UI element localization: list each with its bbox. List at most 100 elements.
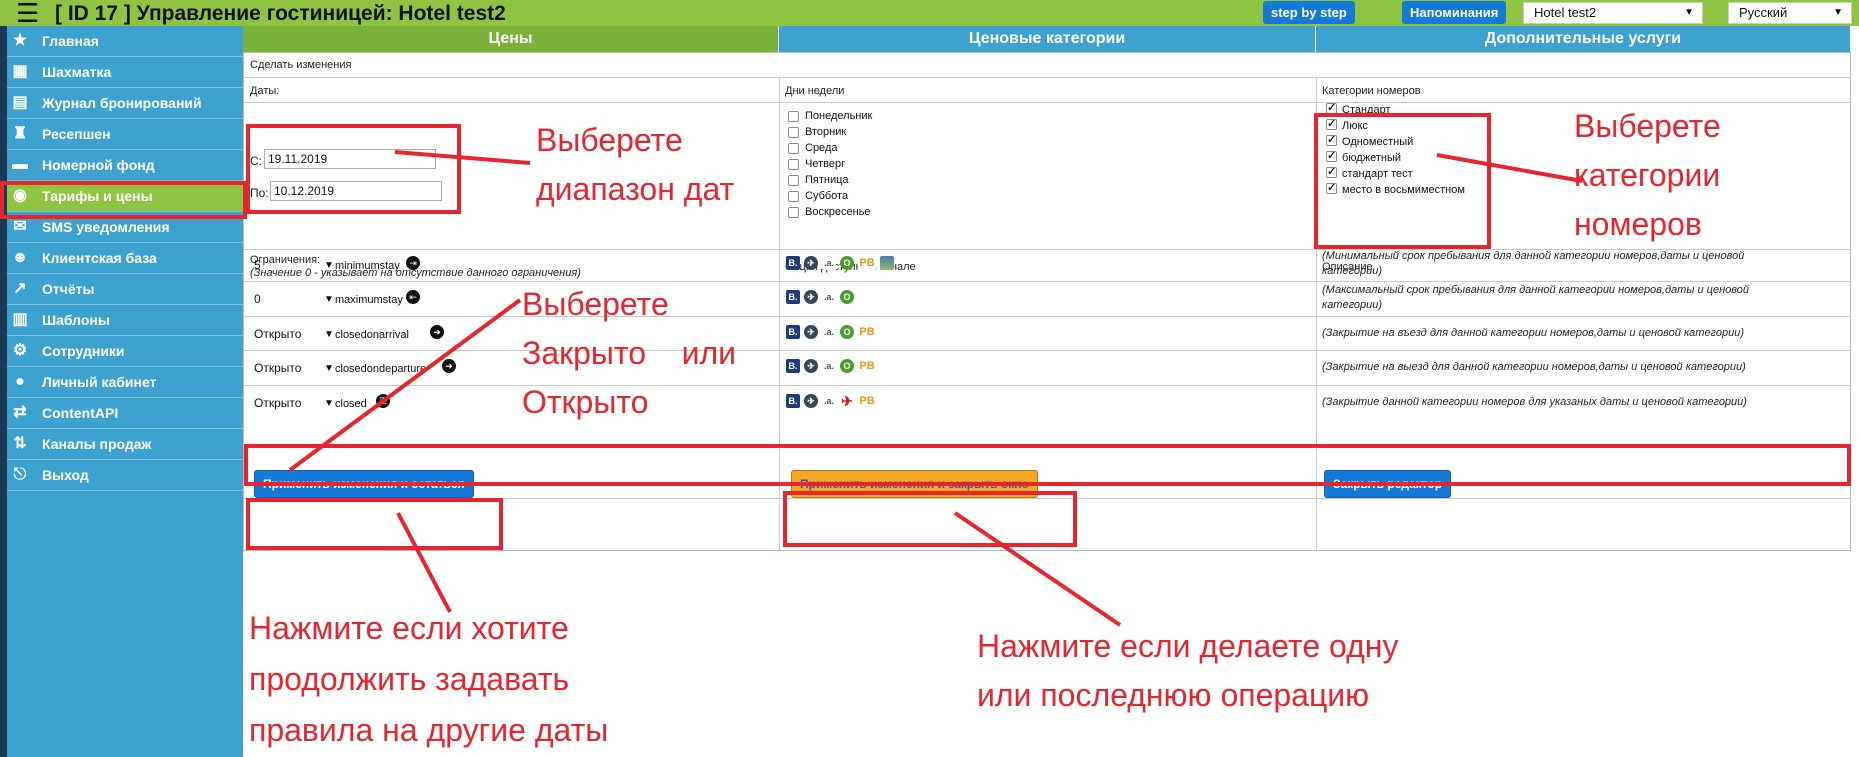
annotation-box-closed-row <box>244 444 1851 486</box>
gear-icon: ⚙ <box>12 342 28 359</box>
annotation-dates-line1: Выберете <box>536 122 683 158</box>
sidebar-item-1[interactable]: ▦ Шахматка <box>0 57 243 88</box>
step-by-step-button[interactable]: step by step <box>1263 1 1355 24</box>
airbnb-logo-icon: .a. <box>822 256 836 270</box>
restriction-value: Открыто <box>254 361 302 375</box>
annotation-stay-line2: продолжить задавать <box>249 661 570 697</box>
annotation-open-line1: Выберете <box>522 286 669 322</box>
chevron-down-icon: ▼ <box>324 294 334 305</box>
weekday-label: Среда <box>805 142 838 154</box>
sidebar-item-7[interactable]: ☻ Клиентская база <box>0 243 243 274</box>
restriction-name: closed <box>335 398 367 410</box>
booking-logo-icon: B. <box>786 256 800 270</box>
bed-icon: ▬ <box>12 156 28 173</box>
chevron-down-icon: ▼ <box>324 260 334 271</box>
tab-prices[interactable]: Цены <box>243 26 779 52</box>
sidebar-item-label: Ресепшен <box>42 126 111 142</box>
sidebar-item-12[interactable]: ⇄ ContentAPI <box>0 398 243 429</box>
restriction-info-icon: ➜ <box>430 325 444 339</box>
annotation-box-categories <box>1314 113 1491 249</box>
sidebar-item-label: Выход <box>42 467 89 483</box>
chevron-down-icon: ▼ <box>324 398 334 409</box>
restriction-name: maximumstay <box>335 294 403 306</box>
top-bar: ☰ [ ID 17 ] Управление гостиницей: Hotel… <box>0 0 1859 26</box>
language-select[interactable]: Русский ▼ <box>1728 2 1852 24</box>
restriction-value: Открыто <box>254 327 302 341</box>
sidebar-item-9[interactable]: ▥ Шаблоны <box>0 305 243 336</box>
divider <box>244 350 1850 351</box>
weekday-label: Понедельник <box>805 110 873 122</box>
weekday-checkbox[interactable] <box>788 159 799 170</box>
booking-logo-icon: B. <box>786 325 800 339</box>
weekday-label: Суббота <box>805 190 849 202</box>
pb-logo-icon: PB <box>858 394 876 408</box>
restriction-name: closedondeparture <box>335 363 427 375</box>
restriction-select[interactable]: Открыто ▼ <box>252 395 334 413</box>
tripadvisor-logo-icon: ✈ <box>804 290 818 304</box>
restriction-select[interactable]: 0 ▼ <box>252 291 334 309</box>
airbnb-logo-icon: .a. <box>822 290 836 304</box>
tripadvisor-logo-icon: ✈ <box>804 394 818 408</box>
ostrovok-logo-icon: O <box>840 325 854 339</box>
template-icon: ▥ <box>12 311 28 328</box>
weekday-checkbox[interactable] <box>788 207 799 218</box>
tripadvisor-logo-icon: ✈ <box>804 359 818 373</box>
weekday-checkbox[interactable] <box>788 127 799 138</box>
hotel-select[interactable]: Hotel test2 ▼ <box>1523 2 1703 24</box>
hotel-select-value: Hotel test2 <box>1534 5 1597 20</box>
weekday-label: Воскресенье <box>805 206 871 218</box>
restriction-description: (Закрытие данной категории номеров для у… <box>1322 396 1747 408</box>
weekday-checkbox[interactable] <box>788 143 799 154</box>
restriction-select[interactable]: 5 ▼ <box>252 257 334 275</box>
restriction-value: 0 <box>254 292 261 306</box>
airbnb-logo-icon: .a. <box>822 359 836 373</box>
booking-logo-icon: B. <box>786 394 800 408</box>
sidebar-item-label: Шаблоны <box>42 312 110 328</box>
channel-icons: B. ✈ .a. O <box>786 290 858 306</box>
annotation-box-dates <box>246 124 461 214</box>
ostrovok-logo-icon: O <box>840 359 854 373</box>
weekday-checkbox[interactable] <box>788 175 799 186</box>
sidebar-item-label: Личный кабинет <box>42 374 157 390</box>
menu-icon[interactable]: ☰ <box>16 0 39 26</box>
annotation-stay-line3: правила на другие даты <box>249 712 609 748</box>
chart-icon: ↗ <box>13 280 27 297</box>
reminders-button[interactable]: Напоминания <box>1402 1 1507 24</box>
divider <box>244 316 1850 317</box>
sidebar-item-label: Журнал бронирований <box>42 95 202 111</box>
channel-icons: B. ✈ .a. O PB <box>786 325 880 341</box>
airbnb-logo-icon: .a. <box>822 325 836 339</box>
airbnb-logo-icon: .a. <box>822 394 836 408</box>
weekday-checkbox[interactable] <box>788 191 799 202</box>
tripadvisor-logo-icon: ✈ <box>804 256 818 270</box>
sidebar-item-label: ContentAPI <box>42 405 119 421</box>
sidebar-item-0[interactable]: ★ Главная <box>0 26 243 57</box>
chevron-down-icon: ▼ <box>1684 7 1694 18</box>
restriction-select[interactable]: Открыто ▼ <box>252 360 334 378</box>
sidebar-item-10[interactable]: ⚙ Сотрудники <box>0 336 243 367</box>
annotation-cats-line1: Выберете <box>1574 108 1721 144</box>
pb-logo-icon: PB <box>858 359 876 373</box>
make-changes-label: Сделать изменения <box>250 59 352 71</box>
sidebar-item-11[interactable]: ● Личный кабинет <box>0 367 243 398</box>
sidebar-item-14[interactable]: ⎋ Выход <box>0 460 243 491</box>
tab-price-categories[interactable]: Ценовые категории <box>779 26 1316 52</box>
restriction-info-icon: ⇤ <box>406 290 420 304</box>
booking-logo-icon: B. <box>786 359 800 373</box>
booking-logo-icon: B. <box>786 290 800 304</box>
annotation-cats-line2: категории <box>1574 157 1721 193</box>
sidebar-item-8[interactable]: ↗ Отчёты <box>0 274 243 305</box>
sidebar-item-13[interactable]: ⇅ Каналы продаж <box>0 429 243 460</box>
sidebar-item-4[interactable]: ▬ Номерной фонд <box>0 150 243 181</box>
weekday-checkbox[interactable] <box>788 111 799 122</box>
sidebar-item-3[interactable]: ♜ Ресепшен <box>0 119 243 150</box>
restriction-select[interactable]: Открыто ▼ <box>252 326 334 344</box>
annotation-box-apply-close <box>783 491 1077 547</box>
chevron-down-icon: ▼ <box>1833 7 1843 18</box>
restriction-description: (Максимальный срок пребывания для данной… <box>1322 284 1749 311</box>
divider <box>244 385 1850 386</box>
sidebar-item-2[interactable]: ▤ Журнал бронирований <box>0 88 243 119</box>
channel-red-icon: ✈ <box>840 393 854 409</box>
weekday-label: Четверг <box>805 158 846 170</box>
tab-extra-services[interactable]: Дополнительные услуги <box>1316 26 1851 52</box>
